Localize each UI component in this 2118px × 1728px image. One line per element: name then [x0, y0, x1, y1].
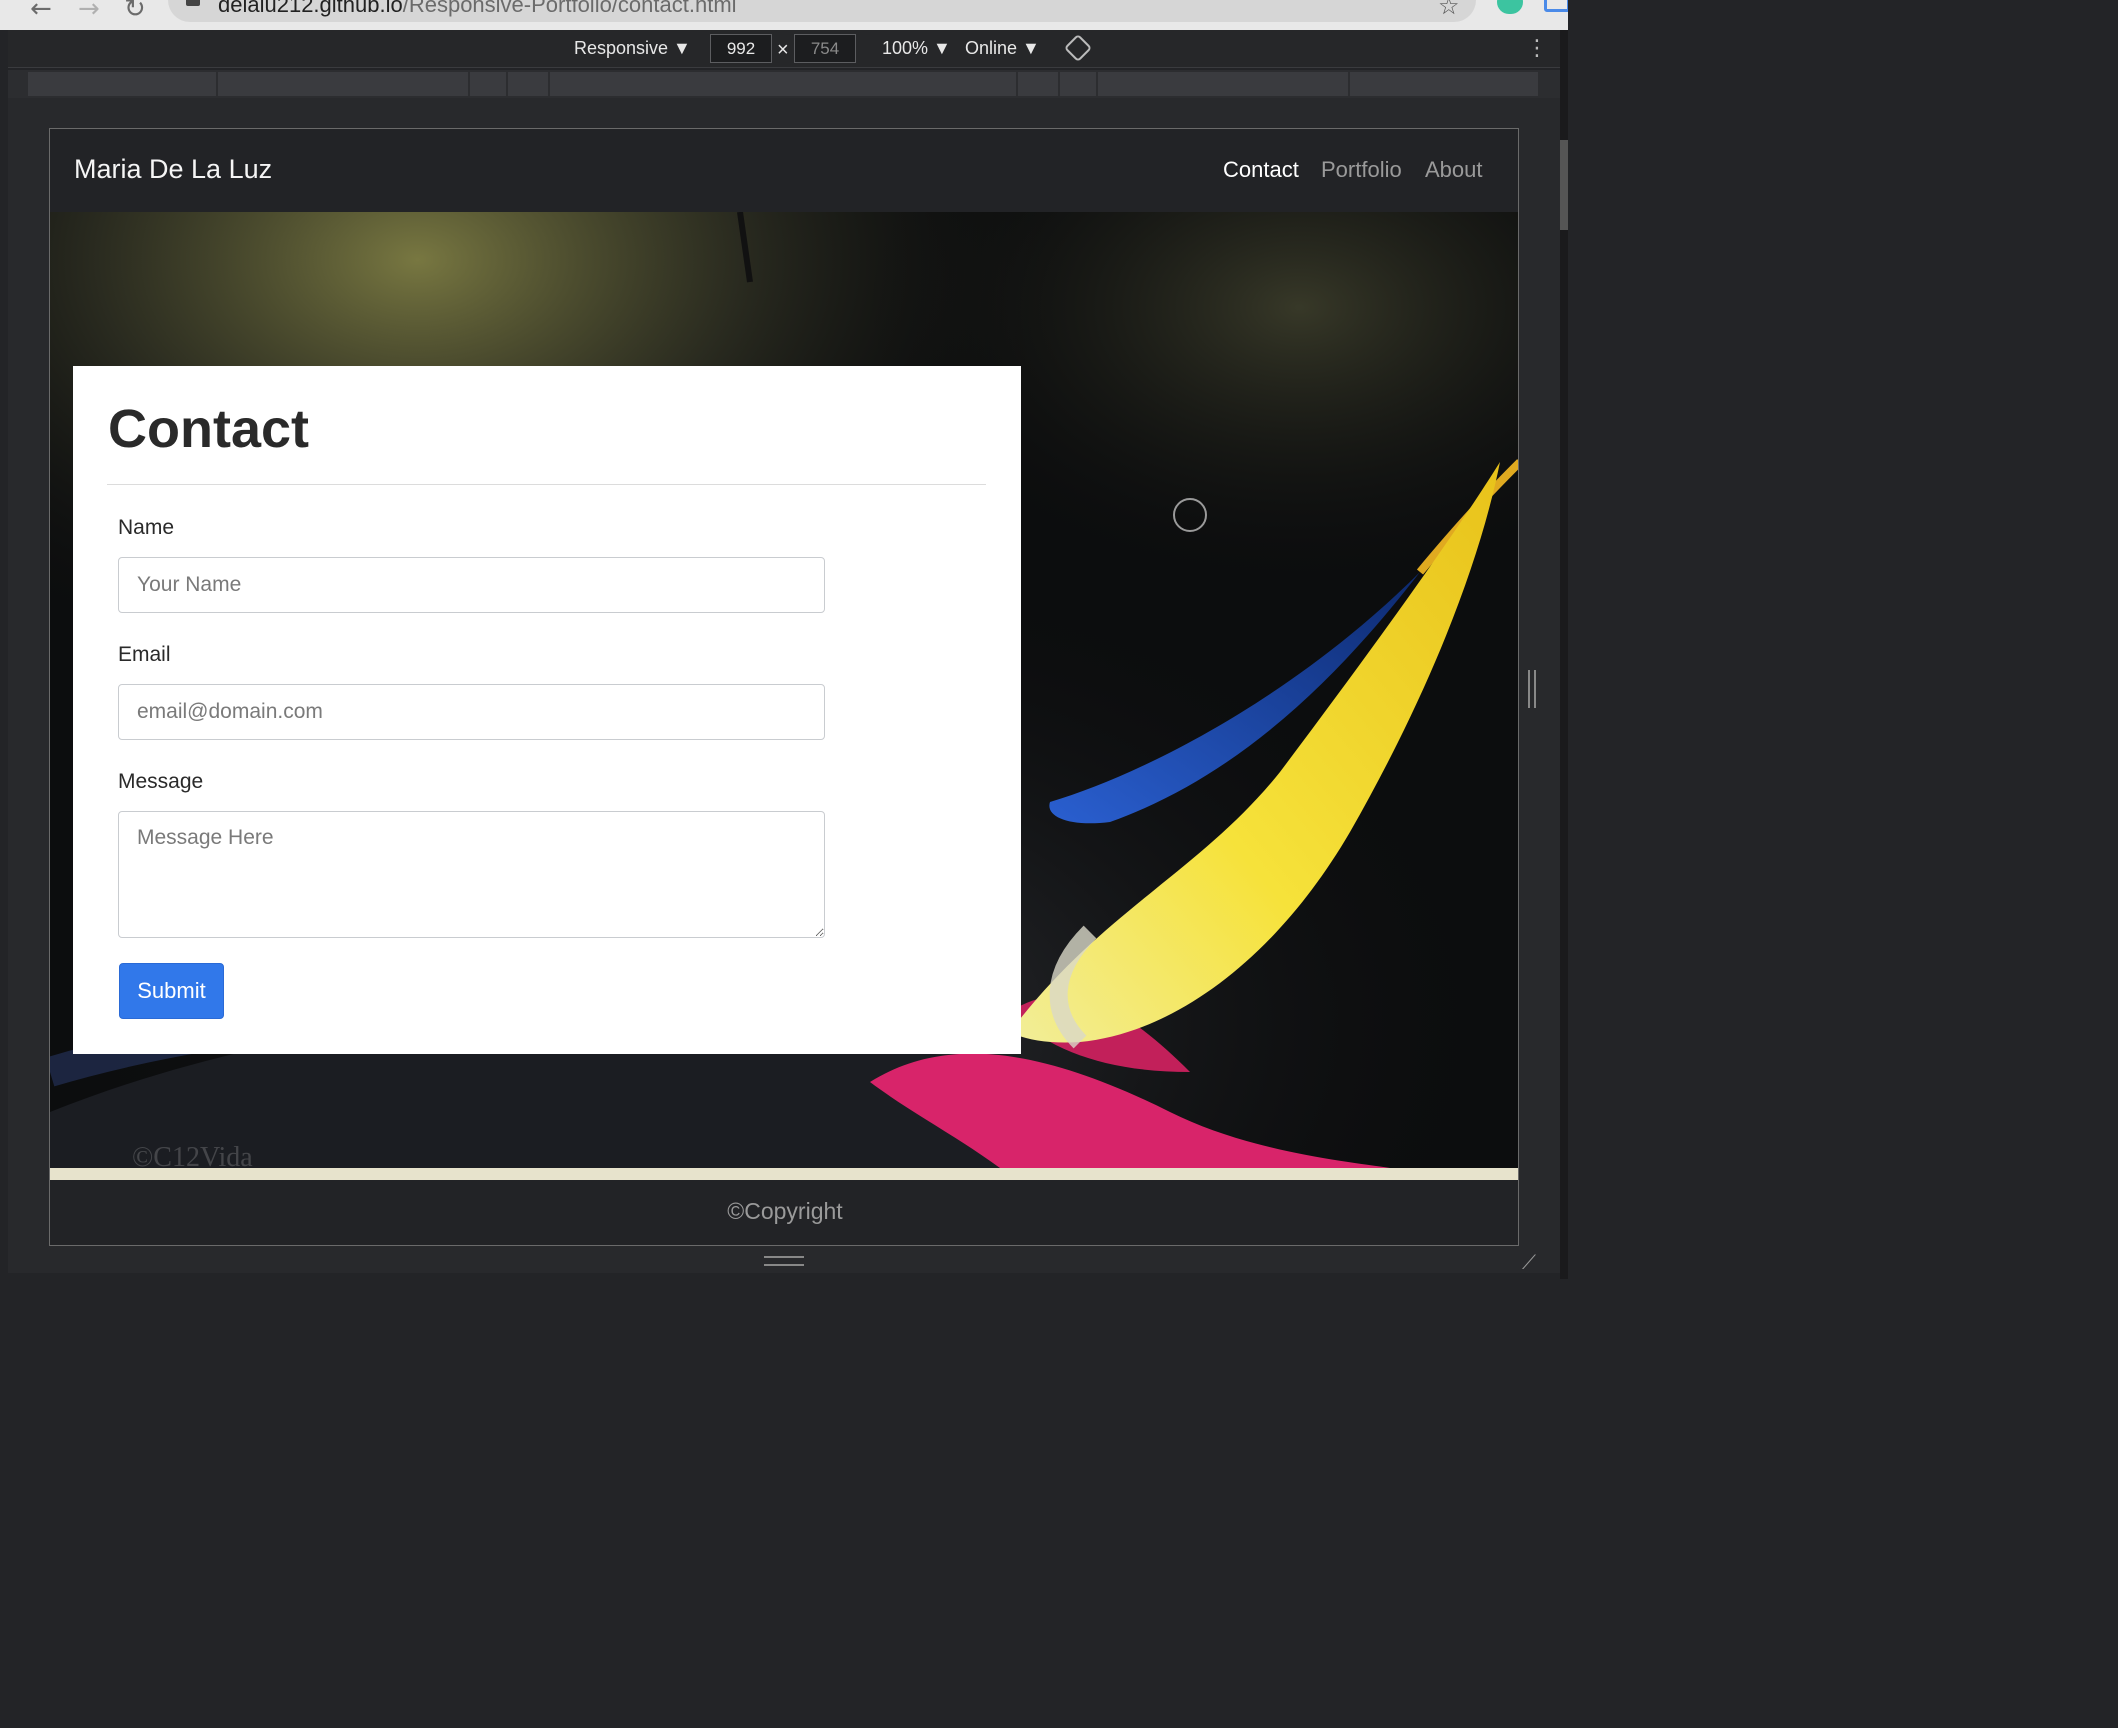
media-query-segment[interactable] — [508, 72, 550, 96]
back-icon[interactable]: ← — [30, 0, 52, 24]
extension-icon-2[interactable] — [1544, 0, 1568, 12]
photo-watermark: ©C12Vida — [132, 1142, 253, 1168]
email-input[interactable] — [118, 684, 825, 740]
bookmark-star-icon[interactable]: ☆ — [1438, 0, 1460, 20]
site-footer: ©Copyright — [50, 1180, 1518, 1245]
page-title: Contact — [108, 399, 309, 459]
dimension-separator: × — [777, 39, 789, 61]
message-textarea[interactable] — [118, 811, 825, 938]
throttling-select[interactable]: Online ▼ — [965, 38, 1040, 59]
site-brand[interactable]: Maria De La Luz — [74, 154, 272, 185]
viewport-height-input[interactable]: 754 — [794, 34, 856, 63]
url-path: /Responsive-Portfolio/contact.html — [402, 0, 737, 17]
scrollbar-thumb[interactable] — [1560, 140, 1568, 230]
footer-accent-strip — [50, 1168, 1518, 1180]
browser-toolbar: ← → ↻ delalu212.github.io/Responsive-Por… — [0, 0, 1568, 30]
url-host: delalu212.github.io — [218, 0, 403, 17]
resize-corner-icon[interactable]: ⟋ — [1522, 1250, 1544, 1274]
viewport-width-input[interactable]: 992 — [710, 34, 772, 63]
url-text[interactable]: delalu212.github.io/Responsive-Portfolio… — [218, 0, 737, 18]
nav-link-contact[interactable]: Contact — [1223, 157, 1299, 183]
forward-icon[interactable]: → — [78, 0, 100, 24]
emulated-viewport: Maria De La Luz Contact Portfolio About — [49, 128, 1519, 1246]
name-label: Name — [118, 516, 175, 539]
reload-icon[interactable]: ↻ — [124, 0, 146, 24]
media-query-segment[interactable] — [218, 72, 470, 96]
nav-link-about[interactable]: About — [1425, 157, 1483, 183]
media-query-segment[interactable] — [1350, 72, 1540, 96]
email-label: Email — [118, 643, 171, 666]
more-options-icon[interactable]: ⋮ — [1526, 36, 1548, 61]
zoom-select[interactable]: 100% ▼ — [882, 38, 951, 59]
device-toolbar: Responsive ▼ 992 × 754 100% ▼ Online ▼ ⋮ — [8, 30, 1560, 68]
media-query-segment[interactable] — [1098, 72, 1350, 96]
submit-button[interactable]: Submit — [119, 963, 224, 1019]
rotate-icon[interactable] — [1063, 33, 1093, 63]
media-query-segment[interactable] — [28, 72, 218, 96]
copyright-text: ©Copyright — [727, 1198, 843, 1224]
touch-cursor-icon — [1173, 498, 1207, 532]
lock-icon — [186, 0, 200, 6]
nav-link-portfolio[interactable]: Portfolio — [1321, 157, 1402, 183]
viewport-resize-handle-right[interactable] — [1528, 670, 1536, 708]
media-query-segment[interactable] — [550, 72, 1018, 96]
extension-icon[interactable] — [1497, 0, 1523, 14]
viewport-resize-handle-bottom[interactable] — [764, 1256, 804, 1266]
media-query-segment[interactable] — [1018, 72, 1060, 96]
site-navbar: Maria De La Luz Contact Portfolio About — [50, 129, 1518, 212]
hero-background-image: ©C12Vida Contact Name Email Message Subm… — [50, 212, 1518, 1168]
device-mode-select[interactable]: Responsive ▼ — [574, 38, 691, 59]
media-query-segment[interactable] — [470, 72, 508, 96]
name-input[interactable] — [118, 557, 825, 613]
media-query-segment[interactable] — [1060, 72, 1098, 96]
title-divider — [107, 484, 986, 485]
page-scrollbar[interactable] — [1560, 30, 1568, 1279]
media-query-bar — [8, 70, 1560, 98]
message-label: Message — [118, 770, 204, 793]
contact-card: Contact Name Email Message Submit — [73, 366, 1021, 1054]
